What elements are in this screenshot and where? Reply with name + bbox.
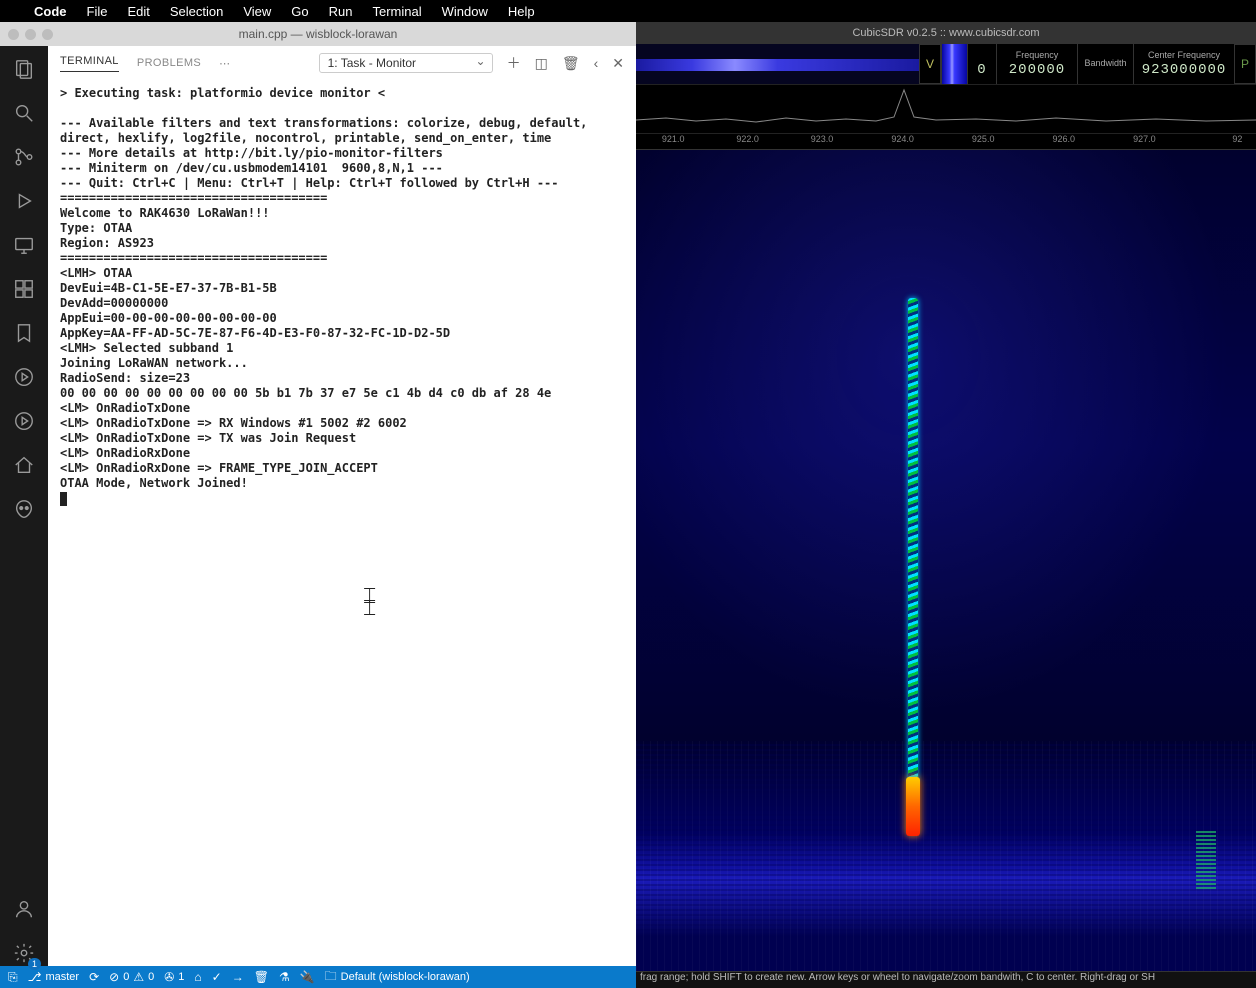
- zero-indicator: 0: [967, 44, 996, 84]
- status-branch-label: master: [45, 971, 79, 983]
- status-sync-icon[interactable]: ⟳: [89, 970, 99, 984]
- menubar-help[interactable]: Help: [508, 4, 535, 19]
- chevron-left-icon[interactable]: ‹: [594, 55, 599, 71]
- accounts-icon[interactable]: [11, 896, 37, 922]
- status-beaker-icon[interactable]: ⚗: [279, 970, 290, 984]
- test-icon[interactable]: [11, 364, 37, 390]
- menubar-window[interactable]: Window: [442, 4, 488, 19]
- activity-bar: 1: [0, 46, 48, 966]
- bandwidth-field[interactable]: Bandwidth: [1077, 44, 1133, 84]
- search-icon[interactable]: [11, 100, 37, 126]
- bookmark-icon[interactable]: [11, 320, 37, 346]
- terminal-cursor-icon: [60, 492, 67, 506]
- run-debug-icon[interactable]: [11, 188, 37, 214]
- vscode-titlebar[interactable]: main.cpp — wisblock-lorawan: [0, 22, 636, 46]
- vscode-body: 1 TERMINAL PROBLEMS ⋯ 1: Task - Monitor …: [0, 46, 636, 966]
- pio-home-icon[interactable]: [11, 452, 37, 478]
- status-errors[interactable]: ⊘0 ⚠0: [109, 970, 154, 984]
- menubar-run[interactable]: Run: [329, 4, 353, 19]
- vscode-statusbar: ⎘ ⎇master ⟳ ⊘0 ⚠0 ✇1 ⌂ ✓ → 🗑 ⚗ 🔌 🗀Defaul…: [0, 966, 636, 988]
- spectrum-thumb[interactable]: [636, 44, 919, 84]
- zoom-icon[interactable]: [42, 29, 53, 40]
- menubar-go[interactable]: Go: [291, 4, 308, 19]
- pio-alien-icon[interactable]: [11, 496, 37, 522]
- v-mode-indicator[interactable]: V: [919, 44, 941, 84]
- tab-problems[interactable]: PROBLEMS: [137, 57, 201, 69]
- minimize-icon[interactable]: [25, 29, 36, 40]
- frequency-ruler[interactable]: 921.0 922.0 923.0 924.0 925.0 926.0 927.…: [636, 134, 1256, 150]
- status-port-icon[interactable]: ✇1: [164, 970, 184, 984]
- frequency-field[interactable]: Frequency 200000: [996, 44, 1077, 84]
- close-panel-icon[interactable]: ✕: [612, 55, 624, 72]
- kill-terminal-icon[interactable]: 🗑: [562, 55, 580, 72]
- status-remote-icon[interactable]: ⎘: [8, 970, 18, 985]
- explorer-icon[interactable]: [11, 56, 37, 82]
- new-terminal-icon[interactable]: ＋: [507, 53, 521, 73]
- status-plug-icon[interactable]: 🔌: [300, 970, 315, 984]
- split-terminal-icon[interactable]: ◫: [535, 55, 548, 72]
- panel-tabs: TERMINAL PROBLEMS ⋯ 1: Task - Monitor ＋ …: [48, 46, 636, 80]
- traffic-lights[interactable]: [8, 29, 53, 40]
- menubar-view[interactable]: View: [243, 4, 271, 19]
- text-cursor-icon: ⌶⌶: [363, 590, 376, 614]
- terminal-text: > Executing task: platformio device moni…: [60, 86, 595, 490]
- close-icon[interactable]: [8, 29, 19, 40]
- extensions-icon[interactable]: [11, 276, 37, 302]
- status-home-icon[interactable]: ⌂: [194, 970, 201, 984]
- menubar-edit[interactable]: Edit: [127, 4, 149, 19]
- status-trash-icon[interactable]: 🗑: [254, 970, 269, 984]
- status-arrow-icon[interactable]: →: [232, 970, 244, 984]
- scope-fft[interactable]: [636, 85, 1256, 134]
- status-check-icon[interactable]: ✓: [212, 970, 222, 984]
- side-spurs: [1196, 829, 1216, 889]
- spectrum-mini[interactable]: [941, 44, 967, 84]
- p-mode-indicator[interactable]: P: [1234, 44, 1256, 84]
- terminal-task-select[interactable]: 1: Task - Monitor: [319, 53, 493, 73]
- vscode-window: main.cpp — wisblock-lorawan: [0, 22, 636, 988]
- menubar-file[interactable]: File: [87, 4, 108, 19]
- status-folder-icon[interactable]: 🗀Default (wisblock-lorawan): [325, 967, 470, 988]
- status-env-label: Default (wisblock-lorawan): [341, 971, 470, 983]
- status-branch[interactable]: ⎇master: [28, 970, 79, 984]
- remote-icon[interactable]: [11, 232, 37, 258]
- terminal-panel: TERMINAL PROBLEMS ⋯ 1: Task - Monitor ＋ …: [48, 46, 636, 966]
- cubicsdr-header: V 0 Frequency 200000 Bandwidth Center Fr…: [636, 44, 1256, 85]
- settings-icon[interactable]: 1: [11, 940, 37, 966]
- menubar-terminal[interactable]: Terminal: [373, 4, 422, 19]
- terminal-output-area[interactable]: > Executing task: platformio device moni…: [48, 80, 636, 966]
- tab-terminal[interactable]: TERMINAL: [60, 55, 119, 72]
- source-control-icon[interactable]: [11, 144, 37, 170]
- tab-overflow-icon[interactable]: ⋯: [219, 57, 230, 70]
- menubar-selection[interactable]: Selection: [170, 4, 223, 19]
- cubicsdr-title: CubicSDR v0.2.5 :: www.cubicsdr.com: [852, 27, 1039, 39]
- cubicsdr-window: CubicSDR v0.2.5 :: www.cubicsdr.com V 0 …: [636, 22, 1256, 988]
- macos-menubar[interactable]: Code File Edit Selection View Go Run Ter…: [0, 0, 1256, 22]
- vscode-title: main.cpp — wisblock-lorawan: [239, 27, 398, 41]
- menubar-app-name[interactable]: Code: [34, 4, 67, 19]
- signal-trace: [908, 298, 918, 889]
- settings-badge: 1: [28, 958, 41, 970]
- waterfall-display[interactable]: [636, 150, 1256, 971]
- center-frequency-field[interactable]: Center Frequency 923000000: [1133, 44, 1234, 84]
- cubicsdr-titlebar[interactable]: CubicSDR v0.2.5 :: www.cubicsdr.com: [636, 22, 1256, 44]
- pio-run-icon[interactable]: [11, 408, 37, 434]
- cubicsdr-status: frag range; hold SHIFT to create new. Ar…: [636, 971, 1256, 988]
